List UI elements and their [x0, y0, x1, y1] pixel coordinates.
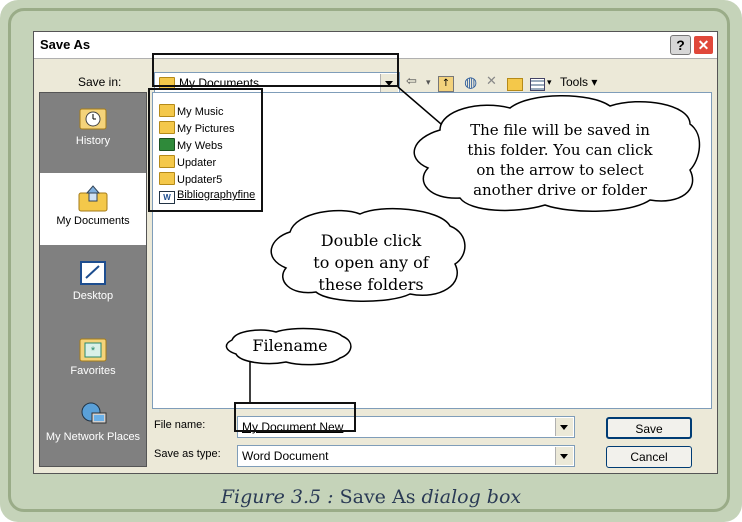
figure-caption: Figure 3.5 : Save As dialog box — [220, 486, 522, 508]
filename-callout: Filename — [252, 336, 328, 355]
save-folder-callout: The file will be saved in this folder. Y… — [467, 121, 653, 199]
double-click-callout: Double click to open any of these folder… — [313, 231, 429, 294]
